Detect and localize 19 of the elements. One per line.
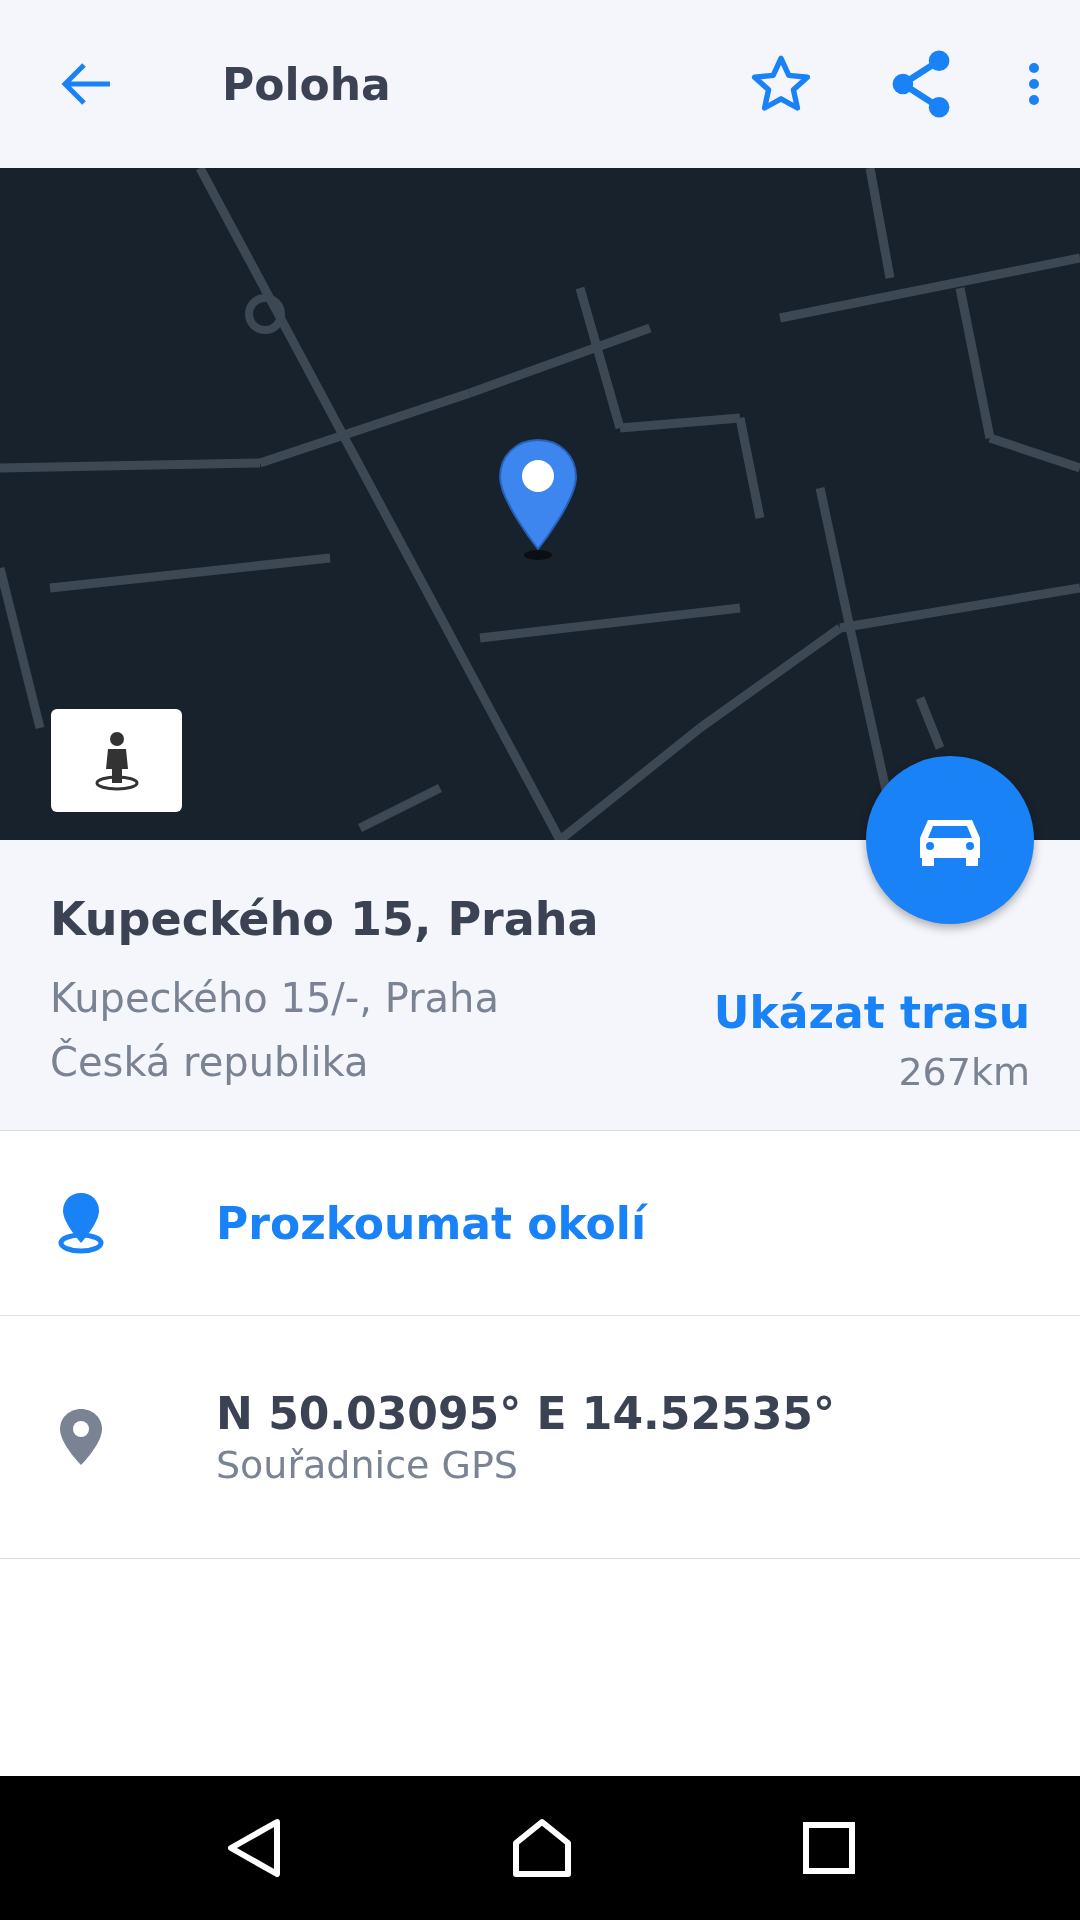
distance-text: 267km	[898, 1050, 1030, 1094]
address-text: Kupeckého 15/-, Praha	[50, 974, 500, 1023]
gps-coordinates: N 50.03095° E 14.52535°	[216, 1387, 835, 1439]
location-pin-icon	[56, 1191, 106, 1255]
place-title: Kupeckého 15, Praha	[50, 892, 599, 946]
square-icon	[803, 1822, 855, 1874]
more-icon	[1028, 62, 1040, 106]
street-view-button[interactable]	[51, 709, 182, 812]
person-icon	[93, 730, 140, 791]
share-icon	[890, 50, 952, 118]
country-text: Česká republika	[50, 1037, 370, 1087]
back-triangle-icon	[225, 1818, 281, 1878]
back-arrow-icon	[60, 61, 112, 107]
home-icon	[511, 1818, 573, 1878]
gps-label: Souřadnice GPS	[216, 1442, 519, 1487]
map-pin-icon	[497, 438, 579, 562]
screen-title: Poloha	[222, 58, 392, 110]
explore-link[interactable]: Prozkoumat okolí	[216, 1197, 646, 1249]
show-route-link[interactable]: Ukázat trasu	[713, 987, 1030, 1038]
